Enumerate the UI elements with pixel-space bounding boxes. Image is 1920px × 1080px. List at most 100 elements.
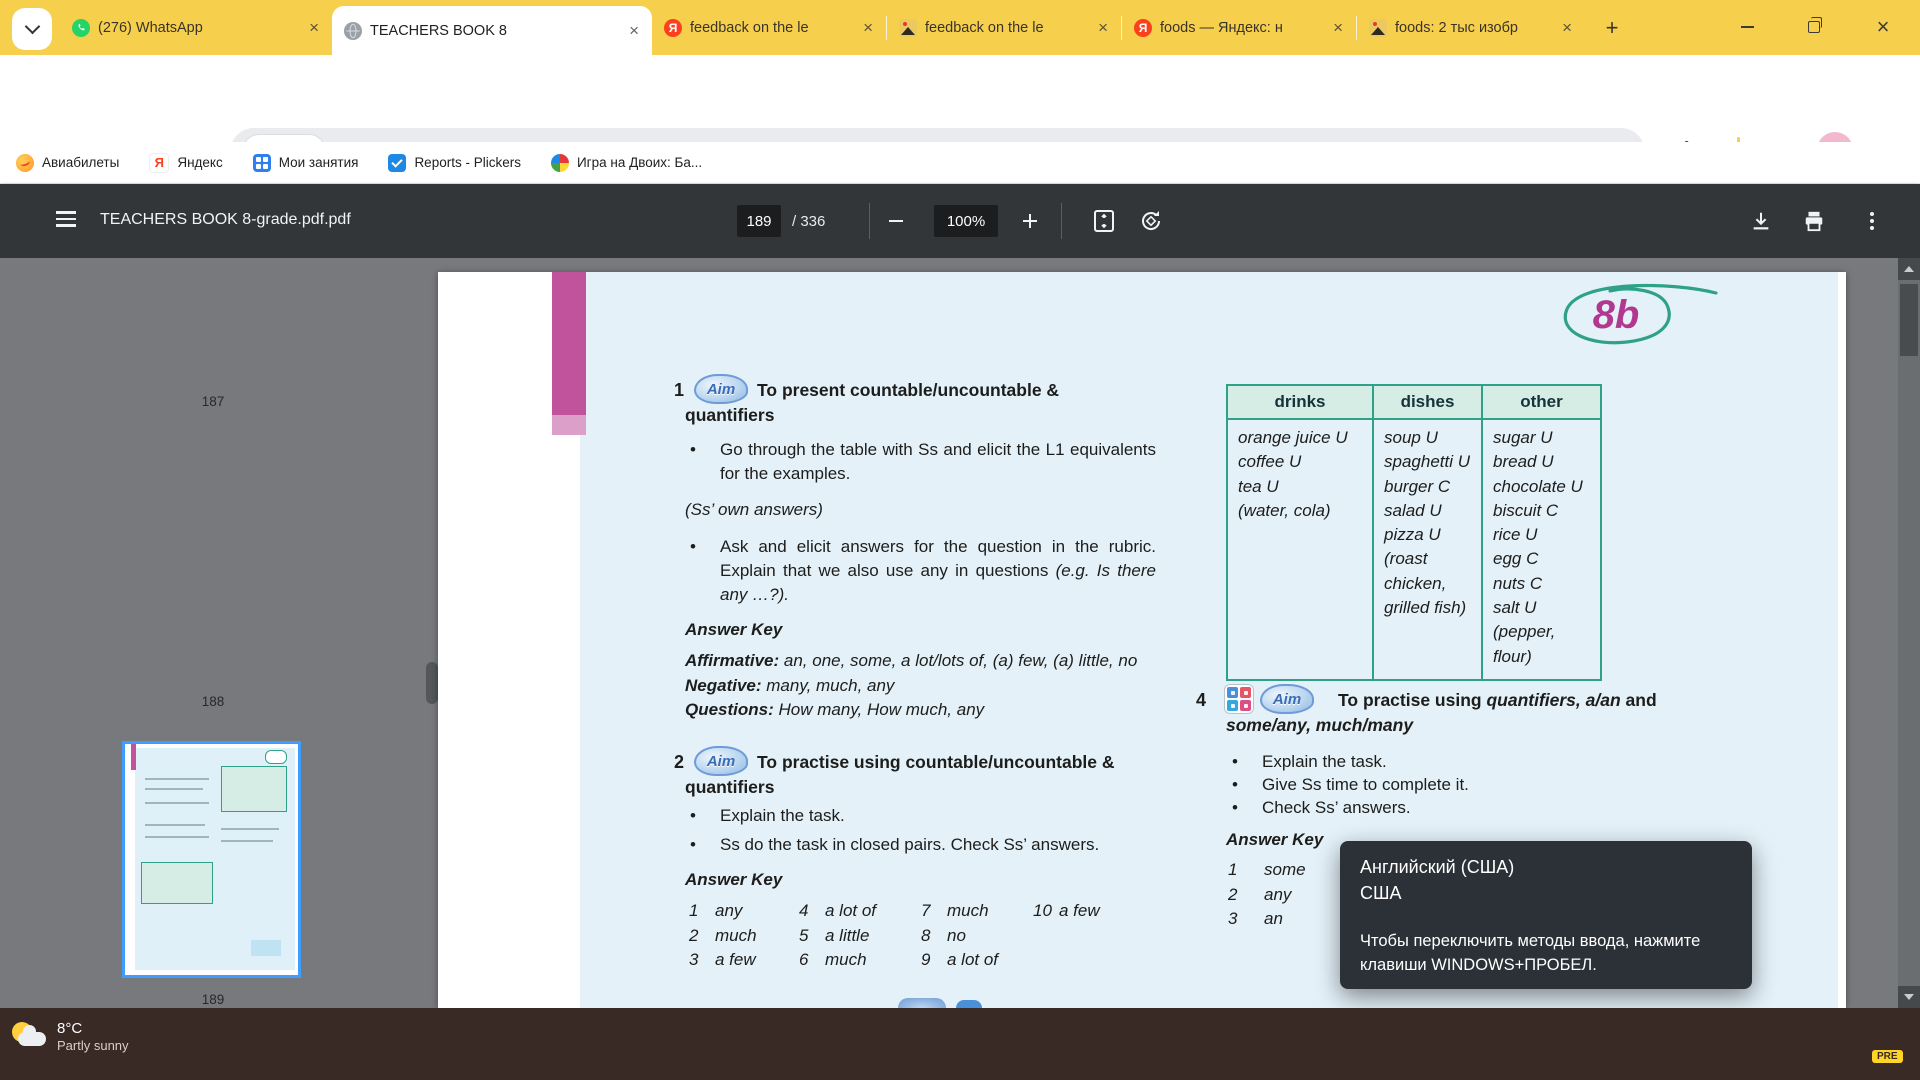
answer-key-lines: Affirmative: an, one, some, a lot/lots o… [685,649,1265,723]
thumbnail-page-189[interactable] [122,741,301,978]
answer-text: an [1264,907,1283,932]
answer-key-grid: 1any 4a lot of 7much 10a few 2much 5a li… [689,899,1163,973]
ak-label: Questions: [685,700,774,719]
page-number-input[interactable]: 189 [737,205,781,237]
exercise-bullet: Explain the task. [1262,750,1682,774]
food-categories-table: drinks dishes other orange juice U coffe… [1226,384,1602,681]
scroll-down-button[interactable] [1898,986,1920,1008]
window-restore-button[interactable] [1791,10,1837,44]
tab-close-icon[interactable]: × [1095,19,1111,36]
exercise-bullet: Check Ss’ answers. [1262,796,1682,820]
bookmark-moi-zanyatiya[interactable]: Мои занятия [253,154,359,172]
title-part-italic: quantifiers, a/an [1486,690,1620,710]
tab-close-icon[interactable]: × [1330,19,1346,36]
new-tab-button[interactable]: + [1598,14,1626,42]
tab-title: foods: 2 тыс изобр [1395,20,1553,36]
tab-teachers-book[interactable]: TEACHERS BOOK 8 × [332,6,652,55]
pdf-toolbar: TEACHERS BOOK 8-grade.pdf.pdf 189 / 336 … [0,184,1920,258]
zoom-out-button[interactable] [874,199,918,243]
copilot-pre-badge: PRE [1872,1050,1903,1063]
answer-text: any [715,899,742,924]
windows-taskbar: 8°C Partly sunny [0,1008,1920,1080]
window-close-button[interactable]: × [1860,10,1906,44]
pdf-document-title: TEACHERS BOOK 8-grade.pdf.pdf [100,211,351,229]
module-badge-8b: 8b [1550,278,1720,350]
answer-num: 3 [689,948,715,973]
ak-text: an, one, some, a lot/lots of, (a) few, (… [779,651,1137,670]
minus-icon [889,220,903,222]
fit-to-page-button[interactable] [1082,199,1126,243]
tab-foods-search[interactable]: Я foods — Яндекс: н × [1122,0,1356,55]
answer-text: much [947,899,989,924]
tab-whatsapp[interactable]: (276) WhatsApp × [60,0,332,55]
table-cell-drinks: orange juice U coffee U tea U (water, co… [1227,419,1373,680]
tab-search-button[interactable] [12,8,52,50]
bookmark-label: Reports - Plickers [414,155,521,170]
tab-title: feedback on the le [690,20,854,36]
exercise-number: 1 [674,380,684,401]
sidebar-scrollbar-thumb[interactable] [426,662,438,704]
whatsapp-icon [72,19,90,37]
exercise-bullet: Ss do the task in closed pairs. Check Ss… [720,833,1180,857]
print-icon [1803,210,1825,232]
tab-title: feedback on the le [925,20,1089,36]
tooltip-language: Английский (США) [1360,857,1732,878]
bookmark-aviabilety[interactable]: Авиабилеты [16,154,119,172]
tab-feedback-images[interactable]: feedback on the le × [887,0,1121,55]
weather-widget[interactable]: 8°C Partly sunny [10,1020,129,1054]
tab-close-icon[interactable]: × [860,19,876,36]
answer-num: 3 [1228,907,1264,932]
toolbar-separator [869,203,870,239]
tooltip-instruction-line2: клавиши WINDOWS+ПРОБЕЛ. [1360,953,1732,977]
answer-text: a lot of [947,948,998,973]
exercise-bullet: Give Ss time to complete it. [1262,773,1682,797]
weather-condition: Partly sunny [57,1038,129,1054]
close-icon: × [1877,16,1890,38]
answer-num: 7 [921,899,947,924]
answer-num: 1 [1228,858,1264,883]
tab-foods-images[interactable]: foods: 2 тыс изобр × [1357,0,1585,55]
grid-icon [253,154,271,172]
answer-key-heading: Answer Key [1226,830,1323,850]
download-button[interactable] [1739,199,1783,243]
table-header-dishes: dishes [1373,385,1482,419]
tab-close-icon[interactable]: × [626,22,642,39]
tooltip-instruction: Чтобы переключить методы ввода, нажмите … [1360,929,1732,977]
zoom-in-button[interactable] [1008,199,1052,243]
desktop-screen: (276) WhatsApp × TEACHERS BOOK 8 × Я fee… [0,0,1920,1080]
pdf-scrollbar[interactable] [1898,258,1920,1008]
tab-close-icon[interactable]: × [306,19,322,36]
answer-num: 2 [689,924,715,949]
zoom-level-input[interactable]: 100% [934,205,998,237]
rotate-button[interactable] [1129,199,1173,243]
bookmark-label: Яндекс [177,155,222,170]
bookmark-igra[interactable]: Игра на Двоих: Ба... [551,154,702,172]
pdf-menu-button[interactable] [56,211,76,227]
ak-label: Affirmative: [685,651,779,670]
scrollbar-thumb[interactable] [1900,284,1918,356]
answer-num: 1 [689,899,715,924]
title-part-italic: some/any, much/many [1226,715,1413,735]
exercise-bullet: Go through the table with Ss and elicit … [720,438,1156,486]
cut-task-icon [956,1000,982,1008]
table-header-other: other [1482,385,1601,419]
answer-key-heading: Answer Key [685,870,782,890]
toolbar-separator [1061,203,1062,239]
partly-sunny-icon [10,1020,48,1054]
tab-close-icon[interactable]: × [1559,19,1575,36]
ak-text: How many, How much, any [774,700,984,719]
scroll-up-button[interactable] [1898,258,1920,280]
answer-text: a few [1059,899,1100,924]
bookmark-label: Авиабилеты [42,155,119,170]
chevron-down-icon [24,19,40,35]
answer-num: 6 [799,948,825,973]
bookmark-yandex[interactable]: Я Яндекс [149,153,222,173]
tab-feedback-yandex[interactable]: Я feedback on the le × [652,0,886,55]
print-button[interactable] [1792,199,1836,243]
pdf-more-button[interactable] [1850,199,1894,243]
kebab-icon [1870,212,1874,230]
bookmark-plickers[interactable]: Reports - Plickers [388,154,521,172]
window-minimize-button[interactable] [1724,10,1770,44]
exercise-number: 4 [1196,690,1206,711]
answer-note: (Ss’ own answers) [685,500,823,520]
